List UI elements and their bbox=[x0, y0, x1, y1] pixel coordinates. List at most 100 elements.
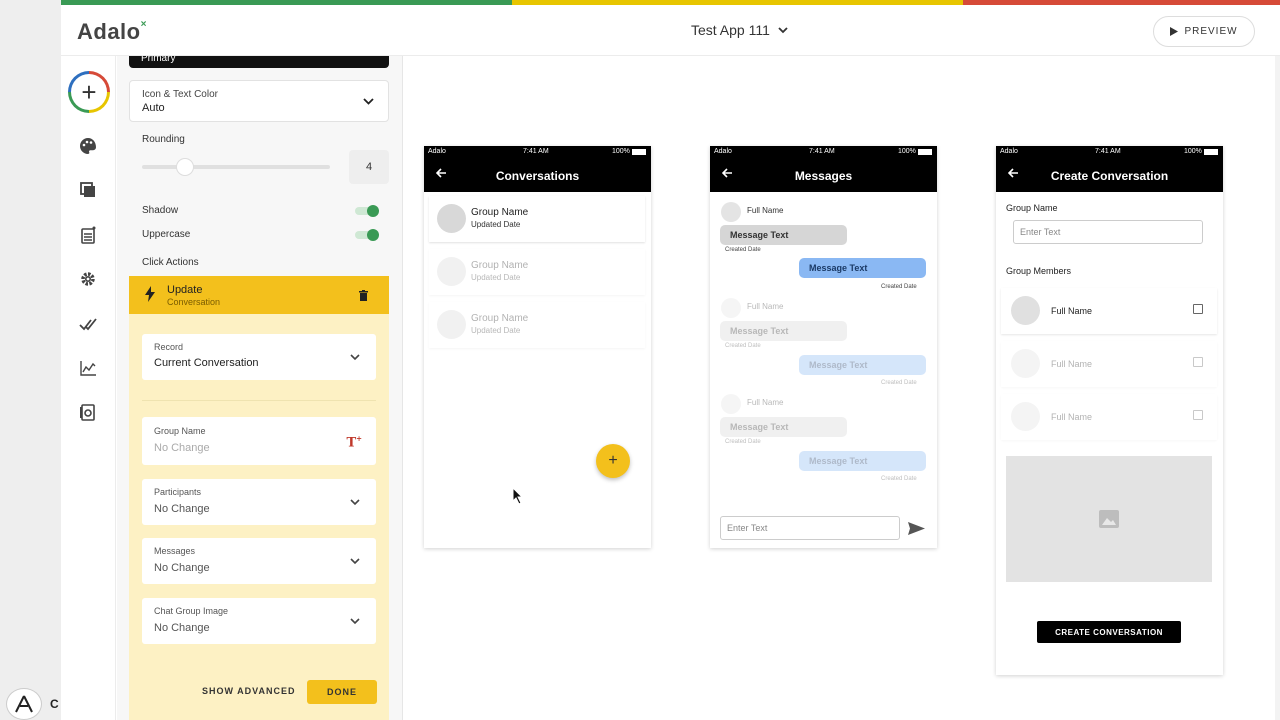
done-button[interactable]: DONE bbox=[307, 680, 377, 704]
message-bubble-received: Message Text bbox=[720, 417, 847, 437]
adalo-logo[interactable]: Adalo× bbox=[77, 19, 147, 45]
status-bar: Adalo 7:41 AM 100% bbox=[710, 146, 937, 158]
action-title: Update bbox=[167, 284, 203, 296]
image-placeholder[interactable] bbox=[1006, 456, 1212, 582]
message-date: Created Date bbox=[881, 476, 917, 482]
add-component-button[interactable]: + bbox=[68, 71, 110, 113]
plus-icon: + bbox=[71, 74, 107, 110]
os-left-strip: C bbox=[0, 0, 61, 720]
left-icon-nav: + bbox=[61, 56, 116, 720]
shadow-toggle[interactable] bbox=[355, 205, 379, 217]
list-item[interactable]: Group Name Updated Date bbox=[429, 196, 645, 242]
battery-icon bbox=[632, 149, 646, 155]
group-members-label: Group Members bbox=[1006, 266, 1072, 276]
avatar bbox=[1011, 402, 1040, 431]
battery-label: 100% bbox=[898, 148, 916, 155]
avatar bbox=[1011, 296, 1040, 325]
icon-text-color-label: Icon & Text Color bbox=[142, 89, 218, 100]
preview-label: PREVIEW bbox=[1184, 26, 1238, 37]
send-icon[interactable] bbox=[908, 522, 925, 535]
message-input[interactable]: Enter Text bbox=[720, 516, 900, 540]
trash-icon[interactable] bbox=[359, 290, 368, 301]
rounding-value-input[interactable]: 4 bbox=[349, 150, 389, 184]
primary-style-dropdown[interactable]: Primary bbox=[129, 56, 389, 68]
status-bar: Adalo 7:41 AM 100% bbox=[424, 146, 651, 158]
rounding-slider-handle[interactable] bbox=[176, 158, 195, 176]
chevron-down-icon bbox=[350, 558, 360, 565]
time-label: 7:41 AM bbox=[1095, 148, 1121, 155]
uppercase-toggle[interactable] bbox=[355, 229, 379, 241]
action-header[interactable]: Update Conversation bbox=[129, 276, 389, 314]
conversations-screen[interactable]: Adalo 7:41 AM 100% Conversations Group N… bbox=[424, 146, 651, 548]
avatar bbox=[721, 202, 741, 222]
chevron-down-icon bbox=[350, 354, 360, 361]
create-conversation-button[interactable]: CREATE CONVERSATION bbox=[1037, 621, 1181, 643]
member-item[interactable]: Full Name bbox=[1001, 341, 1217, 387]
participants-select[interactable]: Participants No Change bbox=[142, 479, 376, 525]
message-bubble-received: Message Text bbox=[720, 321, 847, 341]
screens-icon[interactable] bbox=[78, 180, 98, 200]
marketplace-icon[interactable] bbox=[78, 402, 98, 422]
app-bar: Create Conversation bbox=[996, 158, 1223, 192]
analytics-icon[interactable] bbox=[78, 358, 98, 378]
message-bubble-sent: Message Text bbox=[799, 451, 926, 471]
click-actions-label: Click Actions bbox=[142, 257, 199, 268]
member-name: Full Name bbox=[1051, 359, 1093, 369]
member-item[interactable]: Full Name bbox=[1001, 288, 1217, 334]
chevron-down-icon bbox=[778, 26, 788, 33]
palette-icon[interactable] bbox=[78, 136, 98, 156]
member-item[interactable]: Full Name bbox=[1001, 394, 1217, 440]
field-label: Participants bbox=[154, 487, 202, 497]
group-name-field[interactable]: Group Name No Change T+ bbox=[142, 417, 376, 465]
avatar bbox=[437, 204, 466, 233]
item-subtitle: Updated Date bbox=[471, 326, 521, 335]
record-select[interactable]: Record Current Conversation bbox=[142, 334, 376, 380]
battery-icon bbox=[1204, 149, 1218, 155]
top-header: Adalo× Test App 111 PREVIEW bbox=[61, 5, 1280, 56]
preview-button[interactable]: PREVIEW bbox=[1153, 16, 1255, 47]
member-checkbox[interactable] bbox=[1193, 304, 1203, 314]
rounding-label: Rounding bbox=[142, 134, 185, 145]
list-item[interactable]: Group Name Updated Date bbox=[429, 302, 645, 348]
member-checkbox[interactable] bbox=[1193, 410, 1203, 420]
messages-screen[interactable]: Adalo 7:41 AM 100% Messages Full Name Me… bbox=[710, 146, 937, 548]
item-subtitle: Updated Date bbox=[471, 220, 521, 229]
avatar bbox=[721, 298, 741, 318]
member-checkbox[interactable] bbox=[1193, 357, 1203, 367]
chevron-down-icon bbox=[350, 499, 360, 506]
show-advanced-button[interactable]: SHOW ADVANCED bbox=[202, 686, 296, 696]
member-name: Full Name bbox=[1051, 412, 1093, 422]
app-selector[interactable]: Test App 111 bbox=[691, 22, 788, 38]
create-conversation-screen[interactable]: Adalo 7:41 AM 100% Create Conversation G… bbox=[996, 146, 1223, 675]
sender-name: Full Name bbox=[747, 398, 784, 407]
avatar bbox=[721, 394, 741, 414]
sender-name: Full Name bbox=[747, 206, 784, 215]
image-icon bbox=[1099, 510, 1119, 528]
group-name-input[interactable]: Enter Text bbox=[1013, 220, 1203, 244]
adalo-taskbar-icon[interactable] bbox=[6, 688, 42, 720]
shadow-label: Shadow bbox=[142, 205, 179, 216]
add-conversation-fab[interactable]: + bbox=[596, 444, 630, 478]
publish-check-icon[interactable] bbox=[78, 314, 98, 334]
icon-text-color-select[interactable]: Icon & Text Color Auto bbox=[129, 80, 389, 122]
item-subtitle: Updated Date bbox=[471, 273, 521, 282]
chevron-down-icon bbox=[363, 98, 374, 105]
message-date: Created Date bbox=[881, 380, 917, 386]
canvas-scrollbar[interactable] bbox=[1275, 56, 1280, 720]
rounding-slider[interactable] bbox=[142, 165, 330, 169]
item-title: Group Name bbox=[471, 207, 529, 218]
properties-panel: Primary Icon & Text Color Auto Rounding … bbox=[117, 56, 403, 720]
primary-label: Primary bbox=[141, 56, 176, 64]
settings-gear-icon[interactable] bbox=[78, 269, 98, 289]
message-bubble-sent: Message Text bbox=[799, 355, 926, 375]
field-value: No Change bbox=[154, 442, 210, 454]
messages-select[interactable]: Messages No Change bbox=[142, 538, 376, 584]
database-icon[interactable] bbox=[78, 225, 98, 245]
magic-text-icon[interactable]: T+ bbox=[346, 434, 362, 450]
app-name: Test App 111 bbox=[691, 22, 770, 38]
action-subtitle: Conversation bbox=[167, 297, 221, 307]
app-bar: Messages bbox=[710, 158, 937, 192]
chat-group-image-select[interactable]: Chat Group Image No Change bbox=[142, 598, 376, 644]
mouse-cursor-icon bbox=[512, 487, 524, 505]
list-item[interactable]: Group Name Updated Date bbox=[429, 249, 645, 295]
